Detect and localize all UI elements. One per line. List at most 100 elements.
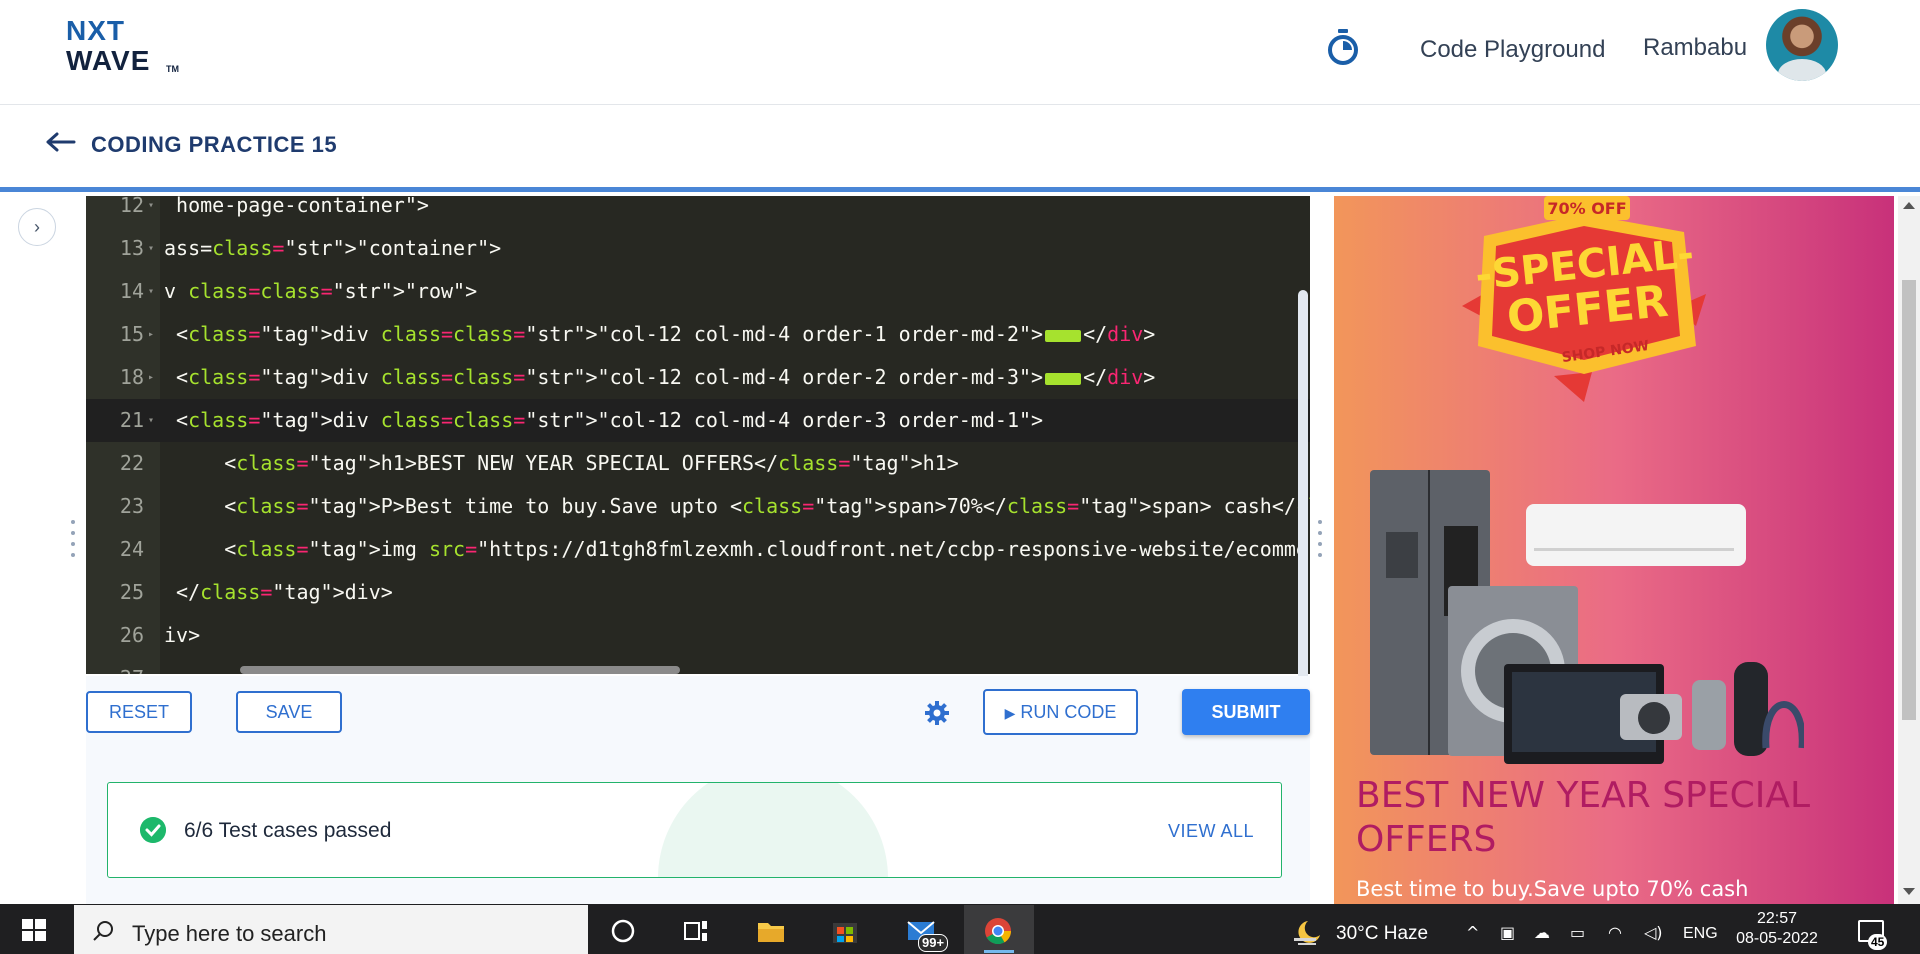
language-indicator[interactable]: ENG <box>1683 924 1718 944</box>
line-number: 18 <box>119 365 144 389</box>
system-clock[interactable]: 22:57 08-05-2022 <box>1732 909 1822 949</box>
cortana-icon[interactable] <box>608 917 638 945</box>
run-code-label: RUN CODE <box>1020 702 1117 722</box>
fold-toggle-icon[interactable]: ▾ <box>148 399 154 442</box>
search-placeholder: Type here to search <box>132 921 327 946</box>
special-offer-badge: 70% OFF -SPECIAL- OFFER SHOP NOW <box>1462 196 1706 402</box>
code-text: <class="tag">P>Best time to buy.Save upt… <box>164 494 1310 518</box>
preview-scroll-thumb[interactable] <box>1902 280 1916 720</box>
fold-toggle-icon[interactable]: ▸ <box>148 313 154 356</box>
preview-page: 70% OFF -SPECIAL- OFFER SHOP NOW BEST NE… <box>1334 196 1894 904</box>
preview-heading: BEST NEW YEAR SPECIAL OFFERS <box>1356 775 1811 860</box>
line-number: 15 <box>119 322 144 346</box>
test-status-text: 6/6 Test cases passed <box>184 819 392 842</box>
logo-tm: TM <box>166 64 179 74</box>
task-view-icon[interactable] <box>681 917 711 945</box>
code-text: </class="tag">div> <box>164 580 393 604</box>
run-code-button[interactable]: ▶ RUN CODE <box>983 689 1138 735</box>
fold-toggle-icon[interactable]: ▾ <box>148 196 154 227</box>
back-arrow-icon[interactable] <box>44 130 76 154</box>
code-line[interactable]: 18 ▸ <class="tag">div class=class="str">"… <box>86 356 1310 399</box>
fold-toggle-icon[interactable]: ▾ <box>148 270 154 313</box>
editor-horizontal-scrollbar[interactable] <box>240 666 680 674</box>
line-number: 27 <box>86 657 144 674</box>
clock-date: 08-05-2022 <box>1736 930 1818 947</box>
code-line[interactable]: 14 ▾ v class=class="str">"row"> <box>86 270 1310 313</box>
test-results-card: 6/6 Test cases passed VIEW ALL <box>107 782 1282 878</box>
code-playground-link[interactable]: Code Playground <box>1420 35 1605 65</box>
code-line[interactable]: 21 ▾ <class="tag">div class=class="str">"… <box>86 399 1310 442</box>
code-text: home-page-container"> <box>164 196 429 217</box>
line-number: 26 <box>119 623 144 647</box>
code-text: ass=class="str">"container"> <box>164 236 502 260</box>
preview-paragraph: Best time to buy.Save upto 70% cash <box>1356 877 1749 901</box>
code-text: <class="tag">div class=class="str">"col-… <box>164 365 1156 389</box>
code-text: v class=class="str">"row"> <box>164 279 478 303</box>
reset-button[interactable]: RESET <box>86 691 192 733</box>
line-number: 22 <box>119 451 144 475</box>
scroll-down-arrow-icon[interactable] <box>1903 888 1915 895</box>
badge-top-text: 70% OFF <box>1547 199 1626 218</box>
nxtwave-logo[interactable]: NXT WAVE TM <box>66 16 186 78</box>
scroll-up-arrow-icon[interactable] <box>1903 202 1915 209</box>
avatar[interactable] <box>1766 9 1838 81</box>
page-title: CODING PRACTICE 15 <box>91 132 338 157</box>
user-name[interactable]: Rambabu <box>1643 33 1747 63</box>
appliances-image <box>1370 470 1804 764</box>
line-number: 12 <box>119 196 144 217</box>
volume-icon[interactable]: ◁) <box>1644 923 1663 943</box>
code-line[interactable]: 23 <class="tag">P>Best time to buy.Save … <box>86 485 1310 528</box>
fold-toggle-icon[interactable]: ▾ <box>148 227 154 270</box>
battery-icon[interactable]: ▭ <box>1570 923 1585 943</box>
line-number: 25 <box>119 580 144 604</box>
expand-panel-button[interactable]: › <box>18 208 56 246</box>
search-icon <box>93 921 113 941</box>
gear-icon[interactable] <box>924 700 950 726</box>
top-header: NXT WAVE TM Code Playground Rambabu <box>0 0 1920 105</box>
preview-scrollbar[interactable] <box>1898 196 1920 904</box>
code-text: <class="tag">img src="https://d1tgh8fmlz… <box>164 537 1310 561</box>
line-number: 24 <box>119 537 144 561</box>
code-line[interactable]: 24 <class="tag">img src="https://d1tgh8f… <box>86 528 1310 571</box>
microsoft-store-icon[interactable] <box>830 917 860 945</box>
weather-text[interactable]: 30°C Haze <box>1336 922 1428 946</box>
view-all-link[interactable]: VIEW ALL <box>1168 819 1254 843</box>
line-number: 13 <box>119 236 144 260</box>
code-editor[interactable]: 12 ▾ home-page-container"> 13 ▾ ass=class="s… <box>86 196 1310 674</box>
notification-count: 45 <box>1868 934 1888 950</box>
output-preview[interactable]: 70% OFF -SPECIAL- OFFER SHOP NOW BEST NE… <box>1334 196 1920 904</box>
chevron-right-icon: › <box>34 216 40 237</box>
stopwatch-icon[interactable] <box>1326 28 1360 66</box>
code-text: <class="tag">div class=class="str">"col-… <box>164 322 1156 346</box>
folded-code-marker[interactable] <box>1045 329 1082 342</box>
check-circle-icon <box>140 817 166 843</box>
windows-start-icon[interactable] <box>22 919 46 941</box>
chrome-icon[interactable] <box>983 917 1013 945</box>
code-line[interactable]: 15 ▸ <class="tag">div class=class="str">"… <box>86 313 1310 356</box>
save-button[interactable]: SAVE <box>236 691 342 733</box>
file-explorer-icon[interactable] <box>756 917 786 945</box>
code-line[interactable]: 13 ▾ ass=class="str">"container"> <box>86 227 1310 270</box>
fold-toggle-icon[interactable]: ▸ <box>148 356 154 399</box>
code-text: <class="tag">h1>BEST NEW YEAR SPECIAL OF… <box>164 451 959 475</box>
code-text: <class="tag">div class=class="str">"col-… <box>164 408 1044 432</box>
meet-now-icon[interactable]: ▣ <box>1500 923 1515 943</box>
submit-button[interactable]: SUBMIT <box>1182 689 1310 735</box>
code-line[interactable]: 12 ▾ home-page-container"> <box>86 196 1310 227</box>
onedrive-icon[interactable]: ☁ <box>1534 923 1550 943</box>
right-resize-handle[interactable] <box>1317 520 1323 574</box>
code-line[interactable]: 22 <class="tag">h1>BEST NEW YEAR SPECIAL… <box>86 442 1310 485</box>
left-resize-handle[interactable] <box>70 520 76 574</box>
code-line[interactable]: 25 </class="tag">div> <box>86 571 1310 614</box>
weather-moon-icon[interactable] <box>1290 918 1324 946</box>
chevron-up-icon[interactable]: ^ <box>1466 923 1479 943</box>
wifi-icon[interactable]: ◠ <box>1608 923 1622 943</box>
mail-badge: 99+ <box>918 934 949 952</box>
line-number: 23 <box>119 494 144 518</box>
logo-line-2: WAVE <box>66 45 151 76</box>
line-number: 21 <box>119 408 144 432</box>
check-watermark-icon <box>658 783 888 877</box>
code-line[interactable]: 26 iv> <box>86 614 1310 657</box>
folded-code-marker[interactable] <box>1045 372 1082 385</box>
play-icon: ▶ <box>1004 705 1016 721</box>
